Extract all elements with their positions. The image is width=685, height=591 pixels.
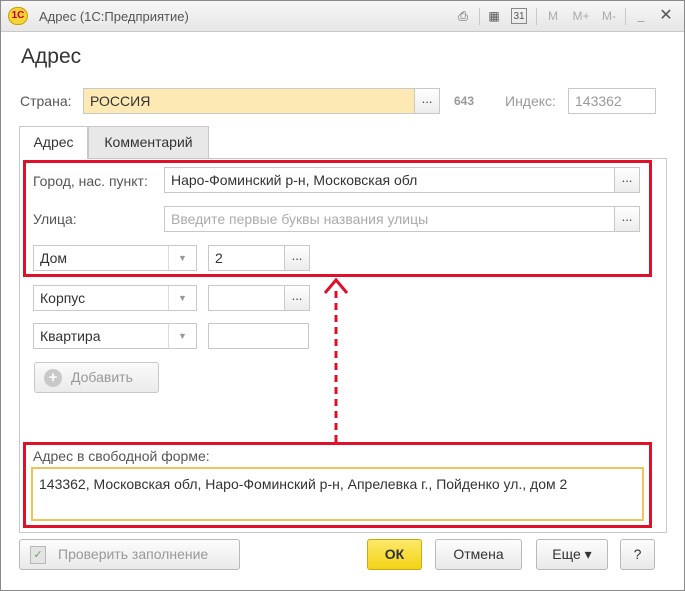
plus-icon: + [44,369,62,387]
minimize-icon[interactable]: _ [631,7,651,25]
more-button[interactable]: Еще ▾ [536,539,608,570]
highlight-box-free-form [23,442,652,528]
add-button[interactable]: + Добавить [34,362,159,393]
country-select-button[interactable]: ... [414,88,440,114]
tab-address[interactable]: Адрес [19,126,88,159]
toolbar-divider [479,8,480,25]
apartment-number-input[interactable] [208,323,309,349]
m-icon[interactable]: M [543,7,563,25]
add-button-label: Добавить [71,369,133,385]
more-button-label: Еще [552,546,581,562]
address-dialog-window: 1C Адрес (1С:Предприятие) ⎙ ▦ 31 M M+ M-… [0,0,685,591]
corpus-type-value: Корпус [40,290,86,306]
calendar-icon[interactable]: 31 [511,8,527,24]
country-input[interactable]: РОССИЯ [83,88,415,114]
m-minus-icon[interactable]: M- [597,7,621,25]
index-label: Индекс: [505,93,556,109]
country-code: 643 [454,94,475,108]
chevron-down-icon[interactable]: ▼ [168,324,196,348]
index-input[interactable]: 143362 [568,88,656,114]
check-fill-label: Проверить заполнение [58,546,209,562]
help-button[interactable]: ? [620,539,655,570]
check-fill-button[interactable]: ✓ Проверить заполнение [19,539,240,570]
highlight-box-structured-address [23,160,652,277]
apartment-type-select[interactable]: Квартира ▼ [33,323,197,349]
cancel-button[interactable]: Отмена [435,539,522,570]
check-document-icon: ✓ [30,546,46,564]
ok-button[interactable]: ОК [367,539,422,570]
print-icon[interactable]: ⎙ [453,7,473,25]
corpus-select-button[interactable]: ... [284,285,310,311]
corpus-number-input[interactable] [208,285,285,311]
close-icon[interactable]: ✕ [656,7,676,25]
apartment-type-value: Квартира [40,328,101,344]
annotation-arrow-icon [323,277,349,442]
window-title: Адрес (1С:Предприятие) [39,9,189,24]
toolbar-divider [625,8,626,25]
toolbar-divider [536,8,537,25]
chevron-down-icon[interactable]: ▼ [168,286,196,310]
chevron-down-icon: ▾ [584,546,592,562]
corpus-type-select[interactable]: Корпус ▼ [33,285,197,311]
1c-logo-icon: 1C [8,7,28,25]
m-plus-icon[interactable]: M+ [569,7,593,25]
country-label: Страна: [20,93,72,109]
title-bar: 1C Адрес (1С:Предприятие) ⎙ ▦ 31 M M+ M-… [1,1,684,32]
tab-comment[interactable]: Комментарий [88,126,209,158]
page-title: Адрес [21,45,82,68]
calculator-icon[interactable]: ▦ [484,7,504,25]
